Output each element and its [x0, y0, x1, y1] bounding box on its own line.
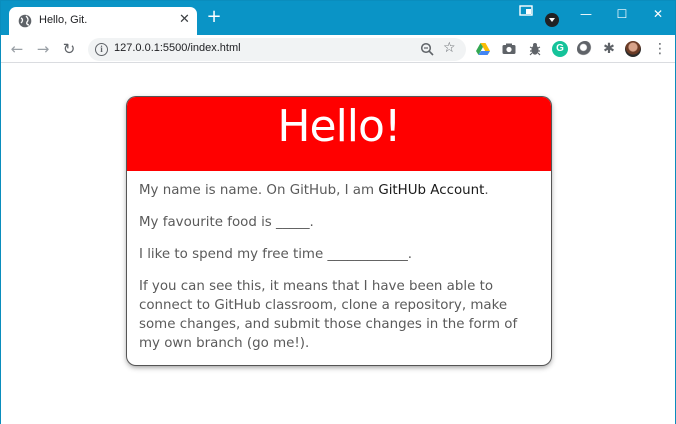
tab-strip: Hello, Git. ✕ + — ☐ ✕ [1, 1, 675, 35]
tab-close-icon[interactable]: ✕ [179, 13, 190, 27]
profile-avatar[interactable] [625, 41, 641, 57]
free-time-paragraph: I like to spend my free time ___________… [139, 247, 413, 262]
extensions-puzzle-icon[interactable]: ✱ [601, 41, 617, 57]
grammarly-icon[interactable]: G [552, 41, 568, 57]
hello-card: Hello! My name is name. On GitHub, I am … [127, 97, 551, 365]
zoom-icon[interactable] [420, 42, 434, 56]
intro-paragraph: My name is name. On GitHub, I am GitHUb … [139, 181, 539, 200]
back-button[interactable]: ← [7, 39, 27, 59]
tab-title: Hello, Git. [39, 14, 88, 26]
intro-text: My name is name. On GitHub, I am [139, 183, 379, 198]
tab-search-icon[interactable] [519, 5, 533, 17]
screenshot-camera-icon[interactable] [501, 41, 517, 57]
google-drive-icon[interactable] [475, 41, 491, 57]
card-header: Hello! [127, 97, 551, 171]
tab-search-dropdown-icon[interactable] [545, 13, 559, 27]
reload-button[interactable]: ↻ [59, 39, 79, 59]
address-bar[interactable]: i 127.0.0.1:5500/index.html ☆ [88, 38, 466, 61]
favourite-food-paragraph: My favourite food is _____. [139, 215, 314, 230]
close-window-button[interactable]: ✕ [641, 3, 675, 25]
tab-hello-git[interactable]: Hello, Git. ✕ [9, 7, 197, 35]
bug-icon[interactable] [527, 41, 543, 57]
site-info-icon[interactable]: i [95, 43, 108, 56]
new-tab-button[interactable]: + [205, 8, 223, 26]
page-title: Hello! [277, 101, 401, 152]
forward-button[interactable]: → [33, 39, 53, 59]
address-url[interactable]: 127.0.0.1:5500/index.html [114, 42, 241, 54]
classroom-paragraph: If you can see this, it means that I hav… [139, 279, 518, 351]
page-viewport: Hello! My name is name. On GitHub, I am … [1, 64, 675, 424]
dark-mode-extension-icon[interactable] [577, 41, 593, 57]
github-account-text: GitHUb Account [378, 183, 485, 198]
browser-menu-icon[interactable]: ⋮ [653, 41, 667, 57]
intro-period: . [484, 183, 489, 198]
bookmark-star-icon[interactable]: ☆ [443, 40, 456, 56]
card-body: My name is name. On GitHub, I am GitHUb … [139, 181, 539, 365]
browser-window: Hello, Git. ✕ + — ☐ ✕ ← → ↻ i 127.0.0.1:… [0, 0, 676, 424]
globe-icon [18, 14, 32, 28]
minimize-button[interactable]: — [569, 3, 603, 25]
maximize-button[interactable]: ☐ [605, 3, 639, 25]
browser-toolbar: ← → ↻ i 127.0.0.1:5500/index.html ☆ G ✱ … [1, 35, 675, 63]
